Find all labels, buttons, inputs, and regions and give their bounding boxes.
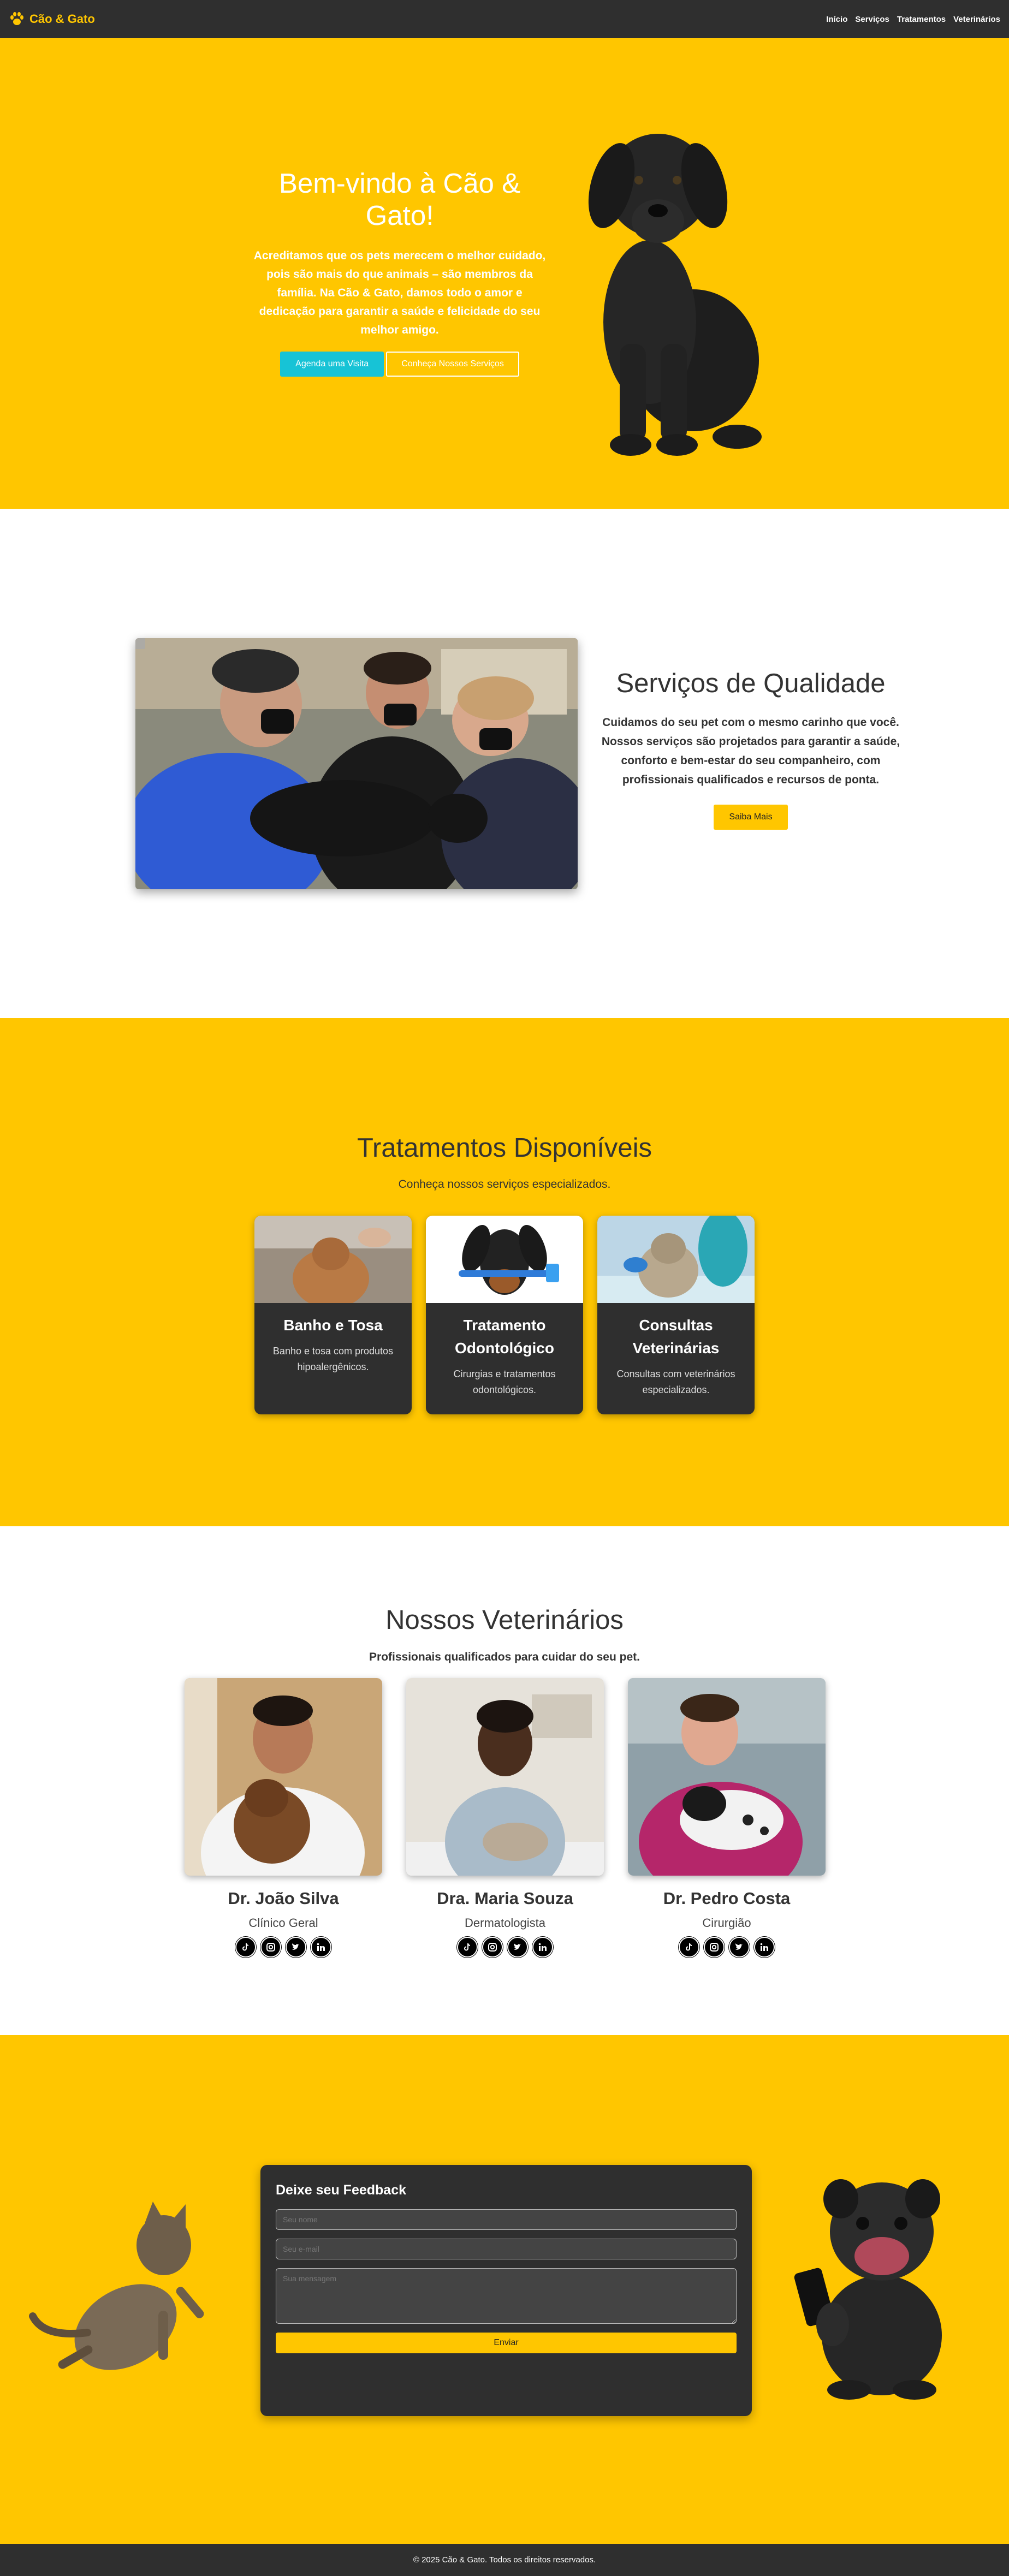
treatment-desc: Cirurgias e tratamentos odontológicos. <box>453 1369 556 1395</box>
nav-links: Início Serviços Tratamentos Veterinários <box>826 15 1000 24</box>
treatment-card-dental[interactable]: Tratamento Odontológico Cirurgias e trat… <box>426 1216 583 1414</box>
copyright-text: © 2025 Cão & Gato. Todos os direitos res… <box>413 2555 596 2565</box>
schedule-visit-button[interactable]: Agenda uma Visita <box>280 352 384 377</box>
social-links <box>628 1937 826 1958</box>
vets-subtitle: Profissionais qualificados para cuidar d… <box>369 1651 640 1663</box>
twitter-icon[interactable] <box>729 1937 750 1958</box>
treatments-section: Tratamentos Disponíveis Conheça nossos s… <box>0 1018 1009 1526</box>
services-text: Serviços de Qualidade Cuidamos do seu pe… <box>601 668 901 830</box>
paw-icon <box>10 12 23 25</box>
vets-section: Nossos Veterinários Profissionais qualif… <box>0 1526 1009 2035</box>
vet-photo <box>185 1678 382 1876</box>
vet-card: Dr. João Silva Clínico Geral <box>185 1678 382 1958</box>
nav-link-veterinarios[interactable]: Veterinários <box>953 15 1000 24</box>
treatment-card-consult[interactable]: Consultas Veterinárias Consultas com vet… <box>597 1216 755 1414</box>
treatment-cards: Banho e Tosa Banho e tosa com produtos h… <box>254 1216 755 1414</box>
nav-link-tratamentos[interactable]: Tratamentos <box>897 15 946 24</box>
treatment-title: Banho e Tosa <box>283 1317 383 1334</box>
treatment-desc: Banho e tosa com produtos hipoalergênico… <box>272 1346 394 1372</box>
feedback-section: Deixe seu Feedback Enviar <box>0 2035 1009 2544</box>
tiktok-icon[interactable] <box>457 1937 478 1958</box>
vet-role: Dermatologista <box>465 1916 545 1930</box>
vet-card: Dr. Pedro Costa Cirurgião <box>628 1678 826 1958</box>
services-button[interactable]: Conheça Nossos Serviços <box>386 352 519 377</box>
linkedin-icon[interactable] <box>532 1937 553 1958</box>
treatments-title: Tratamentos Disponíveis <box>357 1133 652 1163</box>
learn-more-button[interactable]: Saiba Mais <box>714 805 788 830</box>
social-links <box>185 1937 382 1958</box>
services-section: Serviços de Qualidade Cuidamos do seu pe… <box>0 509 1009 1018</box>
brand[interactable]: Cão & Gato <box>9 11 95 27</box>
message-input[interactable] <box>276 2268 737 2324</box>
tiktok-icon[interactable] <box>235 1937 256 1958</box>
navbar: Cão & Gato Início Serviços Tratamentos V… <box>0 0 1009 38</box>
email-input[interactable] <box>276 2239 737 2259</box>
feedback-form: Deixe seu Feedback Enviar <box>260 2165 752 2416</box>
vet-photo <box>406 1678 604 1876</box>
nav-link-servicos[interactable]: Serviços <box>855 15 889 24</box>
vet-role: Cirurgião <box>702 1916 751 1930</box>
twitter-icon[interactable] <box>286 1937 306 1958</box>
tiktok-icon[interactable] <box>679 1937 699 1958</box>
vet-photo <box>628 1678 826 1876</box>
instagram-icon[interactable] <box>704 1937 725 1958</box>
bath-dog-image <box>254 1216 412 1303</box>
vet-name: Dra. Maria Souza <box>437 1889 573 1908</box>
hero-puppy-image <box>588 134 762 456</box>
expand-icon[interactable] <box>135 638 146 650</box>
treatment-title: Consultas Veterinárias <box>632 1317 720 1357</box>
dental-dog-image <box>426 1216 583 1303</box>
linkedin-icon[interactable] <box>311 1937 331 1958</box>
treatments-subtitle: Conheça nossos serviços especializados. <box>398 1178 611 1191</box>
vet-card: Dra. Maria Souza Dermatologista <box>406 1678 604 1958</box>
tabby-cat-image <box>29 2202 204 2370</box>
social-links <box>406 1937 604 1958</box>
vet-team-photo <box>135 638 578 889</box>
nav-link-inicio[interactable]: Início <box>826 15 847 24</box>
vet-name: Dr. Pedro Costa <box>663 1889 791 1908</box>
services-description: Cuidamos do seu pet com o mesmo carinho … <box>601 716 900 786</box>
pug-with-phone-image <box>794 2179 942 2400</box>
vet-role: Clínico Geral <box>248 1916 318 1930</box>
treatment-title: Tratamento Odontológico <box>455 1317 554 1357</box>
consult-cat-image <box>597 1216 755 1303</box>
footer: © 2025 Cão & Gato. Todos os direitos res… <box>0 2544 1009 2576</box>
hero-section: Bem-vindo à Cão & Gato! Acreditamos que … <box>0 38 1009 509</box>
treatment-card-bath[interactable]: Banho e Tosa Banho e tosa com produtos h… <box>254 1216 412 1414</box>
treatment-desc: Consultas com veterinários especializado… <box>616 1369 735 1395</box>
vet-name: Dr. João Silva <box>228 1889 339 1908</box>
hero-title: Bem-vindo à Cão & Gato! <box>278 168 521 231</box>
hero-text: Bem-vindo à Cão & Gato! Acreditamos que … <box>252 167 547 377</box>
instagram-icon[interactable] <box>482 1937 503 1958</box>
vets-title: Nossos Veterinários <box>385 1605 624 1635</box>
services-title: Serviços de Qualidade <box>616 669 886 698</box>
brand-name: Cão & Gato <box>29 12 95 26</box>
instagram-icon[interactable] <box>260 1937 281 1958</box>
hero-buttons: Agenda uma Visita Conheça Nossos Serviço… <box>252 352 547 377</box>
linkedin-icon[interactable] <box>754 1937 775 1958</box>
twitter-icon[interactable] <box>507 1937 528 1958</box>
vet-list: Dr. João Silva Clínico Geral Dra. Maria … <box>185 1678 826 1958</box>
name-input[interactable] <box>276 2209 737 2230</box>
feedback-title: Deixe seu Feedback <box>276 2182 407 2198</box>
hero-subtitle: Acreditamos que os pets merecem o melhor… <box>253 249 546 336</box>
submit-button[interactable]: Enviar <box>276 2333 737 2353</box>
